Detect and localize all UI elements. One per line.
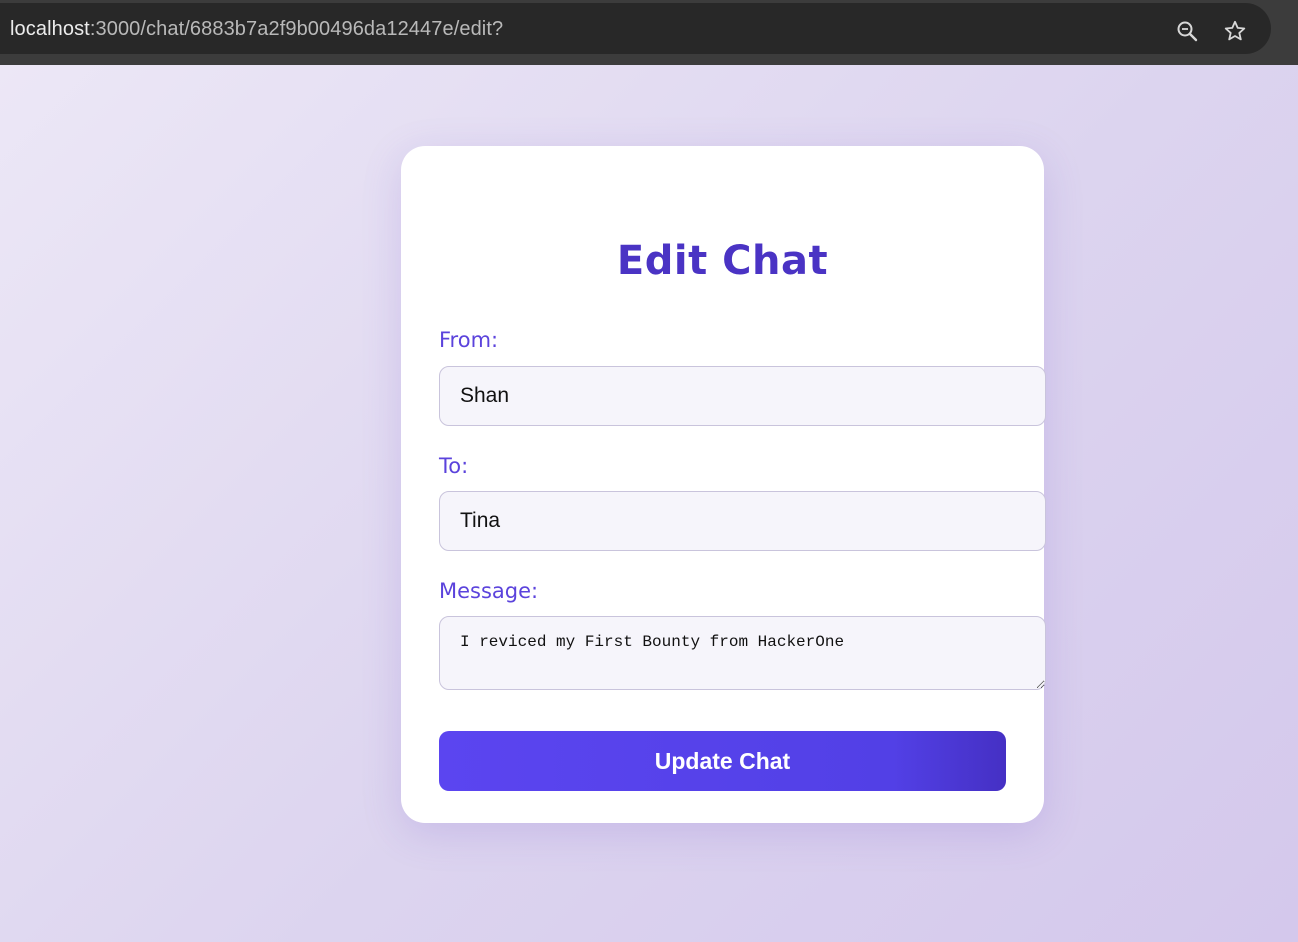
message-label: Message: xyxy=(439,579,539,603)
from-label: From: xyxy=(439,328,499,352)
message-textarea[interactable]: I reviced my First Bounty from HackerOne xyxy=(439,616,1046,690)
address-bar[interactable]: localhost:3000/chat/6883b7a2f9b00496da12… xyxy=(0,3,1271,54)
zoom-icon[interactable] xyxy=(1175,19,1199,43)
edit-chat-card: Edit Chat From: To: Message: I reviced m… xyxy=(401,146,1046,823)
url-text[interactable]: localhost:3000/chat/6883b7a2f9b00496da12… xyxy=(10,18,503,41)
from-input[interactable] xyxy=(439,366,1046,426)
bookmark-star-icon[interactable] xyxy=(1223,19,1247,43)
url-host: localhost xyxy=(10,18,90,40)
to-label: To: xyxy=(439,454,469,478)
url-path: :3000/chat/6883b7a2f9b00496da12447e/edit… xyxy=(89,18,504,40)
update-chat-button[interactable]: Update Chat xyxy=(439,731,1006,791)
page-title: Edit Chat xyxy=(616,238,829,284)
browser-toolbar: localhost:3000/chat/6883b7a2f9b00496da12… xyxy=(0,0,1298,65)
page-background: Edit Chat From: To: Message: I reviced m… xyxy=(0,65,1298,942)
to-input[interactable] xyxy=(439,491,1046,551)
